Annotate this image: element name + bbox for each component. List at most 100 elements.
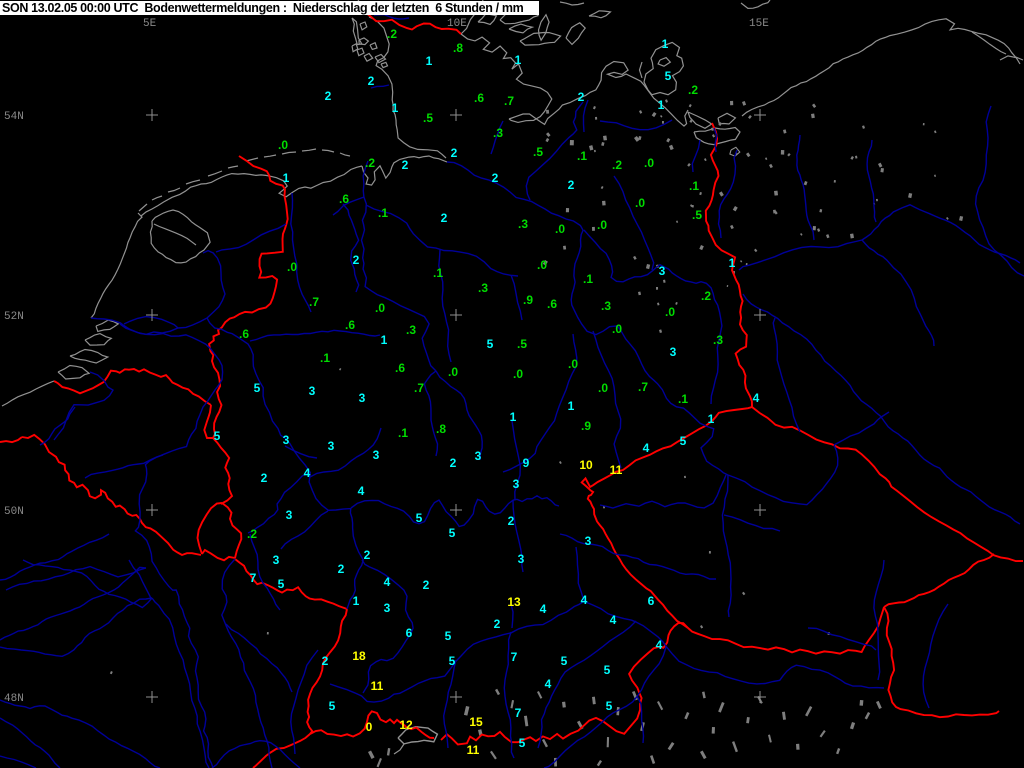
- svg-text:.0: .0: [597, 218, 607, 232]
- svg-text:.1: .1: [320, 351, 330, 365]
- svg-text:.0: .0: [635, 196, 645, 210]
- svg-text:1: 1: [510, 410, 517, 424]
- svg-text:4: 4: [545, 677, 552, 691]
- svg-text:4: 4: [384, 575, 391, 589]
- svg-text:9: 9: [523, 456, 530, 470]
- svg-text:.6: .6: [239, 327, 249, 341]
- svg-text:3: 3: [359, 391, 366, 405]
- svg-text:5: 5: [561, 654, 568, 668]
- svg-text:3: 3: [384, 601, 391, 615]
- svg-text:5: 5: [606, 699, 613, 713]
- svg-text:50N: 50N: [4, 506, 24, 518]
- svg-text:.5: .5: [692, 208, 702, 222]
- svg-text:2: 2: [451, 146, 458, 160]
- svg-text:4: 4: [753, 391, 760, 405]
- svg-text:4: 4: [358, 484, 365, 498]
- svg-text:1: 1: [426, 54, 433, 68]
- svg-text:3: 3: [585, 534, 592, 548]
- svg-text:10: 10: [579, 458, 593, 472]
- svg-text:13: 13: [507, 595, 521, 609]
- svg-text:.3: .3: [478, 281, 488, 295]
- svg-text:.3: .3: [601, 299, 611, 313]
- svg-text:3: 3: [286, 508, 293, 522]
- svg-text:6: 6: [406, 626, 413, 640]
- svg-text:2: 2: [322, 654, 329, 668]
- svg-text:.0: .0: [537, 258, 547, 272]
- svg-text:2: 2: [368, 74, 375, 88]
- svg-text:.3: .3: [518, 217, 528, 231]
- svg-text:.1: .1: [433, 266, 443, 280]
- svg-text:5: 5: [665, 69, 672, 83]
- svg-text:3: 3: [373, 448, 380, 462]
- svg-text:4: 4: [656, 638, 663, 652]
- svg-text:3: 3: [659, 264, 666, 278]
- svg-text:.1: .1: [583, 272, 593, 286]
- svg-text:2: 2: [494, 617, 501, 631]
- svg-text:.0: .0: [598, 381, 608, 395]
- svg-text:5: 5: [445, 629, 452, 643]
- svg-text:.7: .7: [309, 295, 319, 309]
- svg-text:.6: .6: [395, 361, 405, 375]
- svg-text:.2: .2: [701, 289, 711, 303]
- svg-text:.7: .7: [638, 380, 648, 394]
- svg-text:2: 2: [423, 578, 430, 592]
- svg-text:3: 3: [475, 449, 482, 463]
- svg-text:.7: .7: [414, 381, 424, 395]
- svg-text:.1: .1: [577, 149, 587, 163]
- svg-text:.2: .2: [365, 156, 375, 170]
- svg-text:.8: .8: [436, 422, 446, 436]
- svg-text:11: 11: [610, 463, 623, 477]
- svg-text:.2: .2: [247, 527, 257, 541]
- svg-text:.0: .0: [448, 365, 458, 379]
- svg-text:.2: .2: [612, 158, 622, 172]
- svg-text:2: 2: [578, 90, 585, 104]
- svg-text:5: 5: [449, 526, 456, 540]
- svg-text:0: 0: [366, 720, 373, 734]
- svg-text:.5: .5: [423, 111, 433, 125]
- svg-text:1: 1: [658, 98, 665, 112]
- svg-text:2: 2: [508, 514, 515, 528]
- svg-text:5: 5: [519, 736, 526, 750]
- svg-text:5: 5: [604, 663, 611, 677]
- svg-text:3: 3: [309, 384, 316, 398]
- svg-text:.3: .3: [406, 323, 416, 337]
- svg-text:.3: .3: [493, 126, 503, 140]
- svg-text:5E: 5E: [143, 18, 157, 30]
- svg-text:4: 4: [540, 602, 547, 616]
- svg-text:7: 7: [250, 571, 257, 585]
- svg-text:.9: .9: [523, 293, 533, 307]
- svg-text:5: 5: [254, 381, 261, 395]
- svg-text:7: 7: [511, 650, 518, 664]
- svg-text:.5: .5: [533, 145, 543, 159]
- svg-text:3: 3: [273, 553, 280, 567]
- svg-text:.1: .1: [398, 426, 408, 440]
- svg-text:1: 1: [568, 399, 575, 413]
- svg-text:48N: 48N: [4, 693, 24, 705]
- svg-text:6: 6: [648, 594, 655, 608]
- svg-text:4: 4: [643, 441, 650, 455]
- svg-text:12: 12: [399, 718, 413, 732]
- svg-text:.3: .3: [713, 333, 723, 347]
- svg-text:.1: .1: [689, 179, 699, 193]
- svg-text:1: 1: [381, 333, 388, 347]
- svg-text:.6: .6: [345, 318, 355, 332]
- svg-text:.1: .1: [378, 206, 388, 220]
- svg-text:.6: .6: [339, 192, 349, 206]
- svg-text:10E: 10E: [447, 18, 467, 30]
- svg-text:5: 5: [278, 577, 285, 591]
- svg-text:.0: .0: [375, 301, 385, 315]
- svg-text:.6: .6: [547, 297, 557, 311]
- svg-text:.0: .0: [278, 138, 288, 152]
- svg-text:.2: .2: [387, 27, 397, 41]
- svg-text:1: 1: [662, 37, 669, 51]
- svg-text:.8: .8: [453, 41, 463, 55]
- svg-text:3: 3: [518, 552, 525, 566]
- svg-text:2: 2: [261, 471, 268, 485]
- svg-text:2: 2: [325, 89, 332, 103]
- svg-text:1: 1: [729, 256, 736, 270]
- svg-text:5: 5: [449, 654, 456, 668]
- svg-text:.0: .0: [665, 305, 675, 319]
- svg-text:.0: .0: [555, 222, 565, 236]
- svg-text:.0: .0: [568, 357, 578, 371]
- svg-text:2: 2: [402, 158, 409, 172]
